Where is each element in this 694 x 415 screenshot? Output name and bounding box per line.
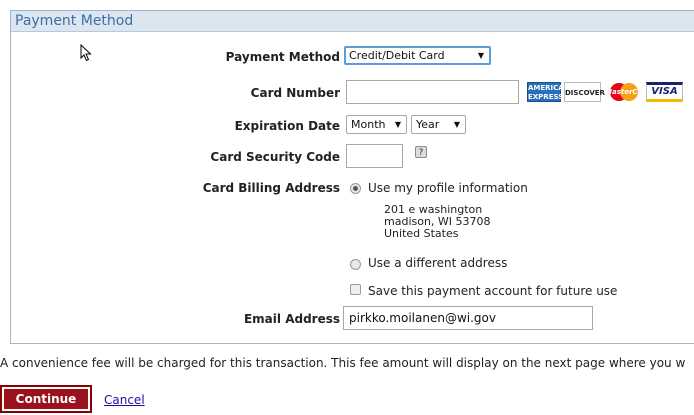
year-value: Year [416, 118, 440, 131]
address-line-3: United States [384, 227, 459, 240]
expiration-year-select[interactable]: Year ▼ [411, 115, 466, 134]
convenience-fee-note: A convenience fee will be charged for th… [0, 356, 686, 370]
email-address-input[interactable]: pirkko.moilanen@wi.gov [343, 306, 593, 330]
panel-title: Payment Method [11, 11, 694, 32]
card-security-code-label: Card Security Code [210, 150, 340, 164]
different-address-label: Use a different address [368, 256, 508, 270]
payment-method-value: Credit/Debit Card [349, 49, 445, 62]
different-address-radio[interactable] [350, 259, 361, 270]
mastercard-logo-icon: MasterCard [605, 82, 651, 102]
chevron-down-icon: ▼ [453, 120, 460, 129]
chevron-down-icon: ▼ [394, 120, 401, 129]
help-icon[interactable]: ? [415, 146, 427, 158]
month-value: Month [351, 118, 386, 131]
expiration-date-label: Expiration Date [234, 119, 340, 133]
amex-logo-icon: AMERICAN EXPRESS [527, 82, 570, 102]
continue-label: Continue [4, 389, 88, 409]
card-number-input[interactable] [346, 80, 519, 104]
card-number-label: Card Number [250, 86, 340, 100]
expiration-month-select[interactable]: Month ▼ [346, 115, 407, 134]
use-profile-radio[interactable] [350, 183, 361, 194]
discover-logo-icon: DISCOVER [564, 82, 605, 102]
save-account-checkbox[interactable] [350, 284, 361, 295]
card-security-code-input[interactable] [346, 144, 403, 168]
profile-address: 201 e washington madison, WI 53708 Unite… [384, 204, 491, 240]
mouse-cursor-icon [80, 44, 92, 62]
email-address-label: Email Address [243, 312, 340, 326]
payment-method-label: Payment Method [225, 50, 340, 64]
save-account-label: Save this payment account for future use [368, 284, 618, 298]
continue-button[interactable]: Continue [0, 385, 92, 413]
cancel-link[interactable]: Cancel [104, 393, 145, 407]
card-billing-address-label: Card Billing Address [202, 181, 340, 195]
payment-method-select[interactable]: Credit/Debit Card ▼ [344, 46, 491, 65]
use-profile-label: Use my profile information [368, 181, 528, 195]
visa-logo-icon: VISA [646, 82, 683, 102]
chevron-down-icon: ▼ [477, 51, 484, 60]
